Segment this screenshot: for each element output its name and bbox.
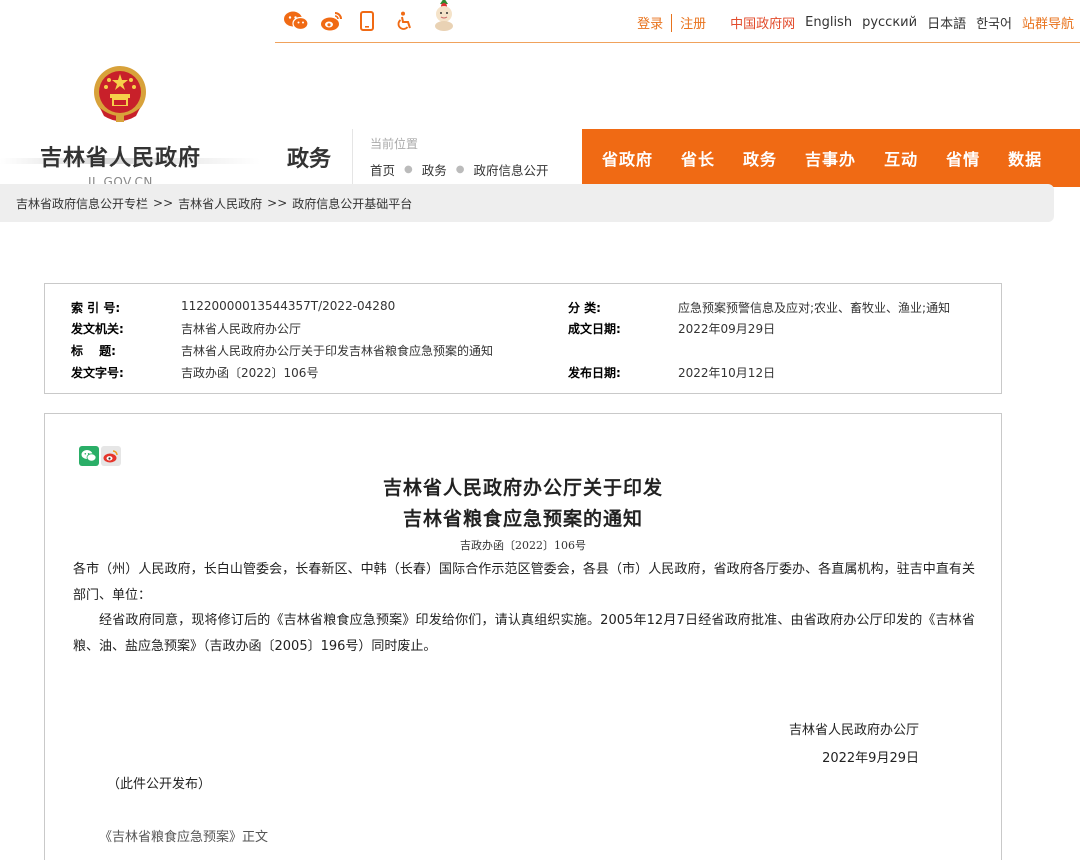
signing-authority: 吉林省人民政府办公厅 [788, 723, 919, 738]
weibo-icon[interactable] [320, 8, 344, 34]
breadcrumb-separator: >> [153, 196, 174, 210]
nav-item-province-info[interactable]: 省情 [946, 146, 980, 170]
register-link[interactable]: 注册 [680, 13, 706, 32]
language-korean-link[interactable]: 한국어 [976, 13, 1012, 32]
document-title-line-1: 吉林省人民政府办公厅关于印发 [382, 477, 663, 499]
crumb-dot-icon: ● [455, 164, 465, 175]
share-buttons [79, 446, 123, 466]
meta-created-date: 成文日期: 2022年09月29日 [568, 320, 775, 337]
meta-label: 发布日期: [568, 366, 621, 380]
breadcrumb-disclosure-column[interactable]: 吉林省政府信息公开专栏 [16, 195, 148, 212]
nav-item-affairs[interactable]: 政务 [743, 146, 777, 170]
public-release-note: （此件公开发布） [107, 777, 212, 792]
attachment-link[interactable]: 《吉林省粮食应急预案》正文 [99, 826, 268, 845]
main-navigation: 省政府 省长 政务 吉事办 互动 省情 数据 [582, 129, 1080, 187]
meta-value: 11220000013544357T/2022-04280 [181, 299, 396, 313]
current-location-path: 首页 ● 政务 ● 政府信息公开 [370, 160, 549, 179]
meta-index-number: 索 引 号: 11220000013544357T/2022-04280 [71, 299, 395, 316]
weibo-share-icon[interactable] [101, 446, 121, 466]
meta-label: 成文日期: [568, 322, 621, 336]
document-number: 吉政办函〔2022〕106号 [460, 539, 586, 552]
breadcrumb-provincial-government[interactable]: 吉林省人民政府 [178, 195, 262, 212]
meta-document-number: 发文字号: 吉政办函〔2022〕106号 [71, 364, 318, 381]
article-body: 吉林省人民政府办公厅关于印发 吉林省粮食应急预案的通知 吉政办函〔2022〕10… [44, 413, 1002, 860]
language-english-link[interactable]: English [805, 15, 852, 30]
recipients-paragraph: 各市（州）人民政府，长白山管委会，长春新区、中韩（长春）国际合作示范区管委会，各… [73, 562, 975, 603]
nav-item-provincial-government[interactable]: 省政府 [602, 146, 653, 170]
meta-value: 吉林省人民政府办公厅关于印发吉林省粮食应急预案的通知 [181, 344, 494, 358]
meta-value: 2022年10月12日 [678, 366, 776, 380]
mascot-icon[interactable] [432, 0, 456, 31]
meta-category: 分 类: 应急预案预警信息及应对;农业、畜牧业、渔业;通知 [568, 299, 950, 316]
login-link[interactable]: 登录 [637, 13, 663, 32]
meta-label: 标 题: [71, 344, 116, 358]
mobile-icon[interactable] [360, 8, 374, 34]
breadcrumb-separator: >> [267, 196, 288, 210]
accessibility-icon[interactable] [396, 8, 414, 34]
crumb-home-link[interactable]: 首页 [370, 160, 395, 179]
meta-issuer: 发文机关: 吉林省人民政府办公厅 [71, 320, 301, 337]
gov-portal-link[interactable]: 中国政府网 [730, 13, 795, 32]
meta-value: 吉林省人民政府办公厅 [181, 322, 302, 336]
body-paragraph: 经省政府同意，现将修订后的《吉林省粮食应急预案》印发给你们，请认真组织实施。20… [73, 613, 975, 654]
meta-title: 标 题: 吉林省人民政府办公厅关于印发吉林省粮食应急预案的通知 [71, 342, 493, 359]
nav-item-data[interactable]: 数据 [1008, 146, 1042, 170]
section-name: 政务 [287, 147, 332, 172]
meta-value: 2022年09月29日 [678, 322, 776, 336]
crumb-dot-icon: ● [404, 164, 413, 175]
site-navigation-link[interactable]: 站群导航 [1022, 13, 1074, 32]
wechat-icon[interactable] [283, 8, 309, 34]
current-location-label: 当前位置 [370, 137, 419, 151]
meta-value: 应急预案预警信息及应对;农业、畜牧业、渔业;通知 [678, 301, 951, 315]
national-emblem-icon [94, 66, 146, 122]
meta-label: 索 引 号: [71, 301, 121, 315]
topbar-divider-line [275, 42, 1080, 43]
meta-label: 发文字号: [71, 366, 124, 380]
breadcrumb-disclosure-platform[interactable]: 政府信息公开基础平台 [292, 195, 412, 212]
top-utility-bar: 登录 注册 中国政府网 English русский 日本語 한국어 站群导航 [0, 0, 1080, 44]
crumb-disclosure-link[interactable]: 政府信息公开 [474, 160, 549, 179]
meta-label: 发文机关: [71, 322, 124, 336]
nav-item-interaction[interactable]: 互动 [884, 146, 918, 170]
wechat-share-icon[interactable] [79, 446, 99, 466]
language-russian-link[interactable]: русский [862, 15, 917, 30]
nav-item-governor[interactable]: 省长 [681, 146, 715, 170]
login-register-divider [671, 13, 673, 32]
top-links: 登录 注册 中国政府网 English русский 日本語 한국어 站群导航 [637, 13, 1074, 32]
document-metadata-box: 索 引 号: 11220000013544357T/2022-04280 分 类… [44, 283, 1002, 394]
site-title[interactable]: 吉林省人民政府 [40, 140, 204, 172]
language-japanese-link[interactable]: 日本語 [927, 13, 966, 32]
crumb-affairs-link[interactable]: 政务 [422, 160, 447, 179]
signing-date: 2022年9月29日 [822, 751, 919, 766]
meta-published-date: 发布日期: 2022年10月12日 [568, 364, 775, 381]
site-header: 吉林省人民政府 JL.GOV.CN 政务 当前位置 首页 ● 政务 ● 政府信息… [0, 44, 1080, 213]
breadcrumb: 吉林省政府信息公开专栏 >> 吉林省人民政府 >> 政府信息公开基础平台 [0, 184, 1054, 222]
meta-label: 分 类: [568, 301, 601, 315]
nav-item-jishiban[interactable]: 吉事办 [805, 146, 856, 170]
document-title-line-2: 吉林省粮食应急预案的通知 [402, 508, 643, 530]
meta-value: 吉政办函〔2022〕106号 [181, 366, 319, 380]
